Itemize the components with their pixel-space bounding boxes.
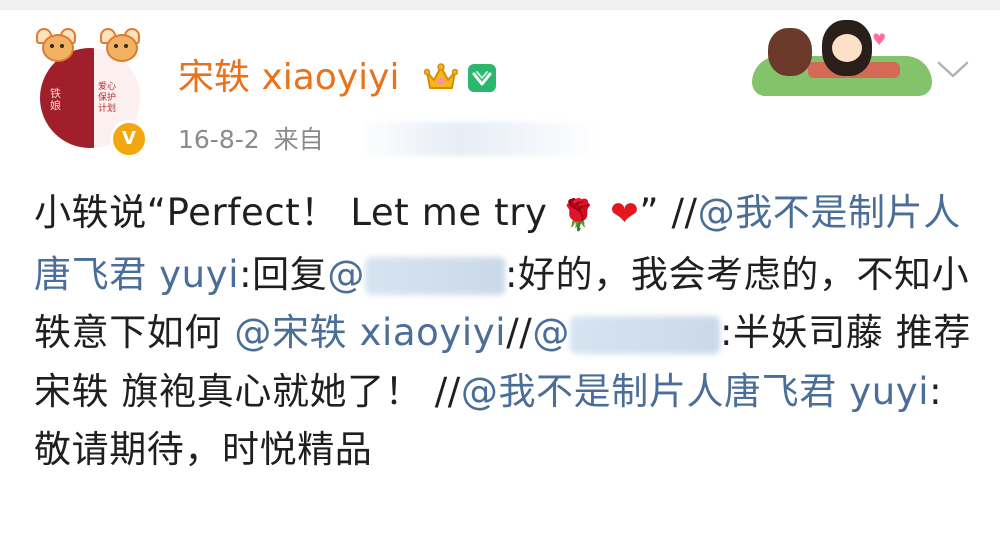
post-text: // (506, 311, 533, 354)
heart-emoji: ❤ (610, 194, 640, 234)
mascot-left-icon (36, 26, 76, 66)
mention-link[interactable]: @宋轶 xiaoyiyi (234, 311, 506, 354)
post-source-label: 来自 (273, 125, 324, 154)
small-heart-icon: ♥ (872, 30, 887, 49)
mention-link-redacted[interactable]: @ (532, 311, 720, 354)
decorative-sticker: ♥ (752, 18, 932, 98)
post-text: ” // (639, 191, 698, 234)
post-date[interactable]: 16-8-2 (178, 125, 260, 154)
post-meta: 16-8-2 来自 (178, 124, 324, 156)
redacted-name (569, 315, 720, 354)
post-text: :回复 (239, 252, 328, 296)
chevron-down-icon[interactable] (936, 58, 970, 80)
top-bar (0, 0, 1000, 10)
post-body: 小轶说“Perfect！ Let me try 🌹 ❤” // @我不是制片人唐飞… (34, 184, 974, 480)
rose-emoji: 🌹 (559, 198, 598, 233)
redacted-name (364, 257, 505, 295)
mascot-right-icon (100, 26, 140, 66)
avatar-side-text-2: 爱心 保护 计划 (98, 82, 117, 114)
mention-link[interactable]: @我不是制片人唐飞君 yuyi (461, 370, 929, 413)
avatar-side-text: 铁 娘 (50, 87, 61, 112)
member-badge-icon[interactable] (468, 64, 496, 92)
avatar[interactable]: 铁 娘 爱心 保护 计划 V (36, 26, 148, 158)
redacted-source (362, 122, 602, 156)
verified-v-icon: V (110, 120, 148, 158)
username[interactable]: 宋轶 xiaoyiyi (178, 56, 399, 100)
mention-link-redacted[interactable]: @ (327, 253, 505, 296)
crown-icon[interactable] (424, 62, 458, 92)
post-text: 小轶说“Perfect！ Let me try (34, 191, 560, 234)
